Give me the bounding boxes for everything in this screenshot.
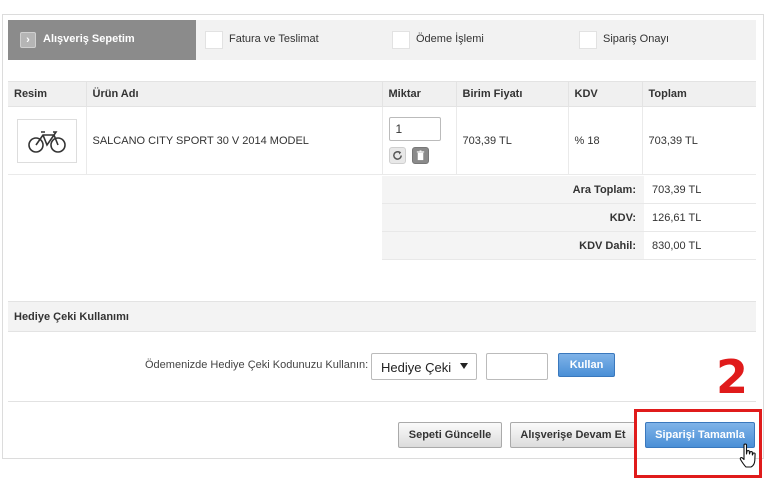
subtotal-row: Ara Toplam: 703,39 TL: [382, 176, 756, 204]
col-header-product: Ürün Adı: [86, 81, 383, 107]
step-checkbox: [205, 31, 223, 49]
subtotal-label: Ara Toplam:: [382, 176, 644, 203]
unit-price: 703,39 TL: [456, 106, 569, 175]
kdv-rate: % 18: [568, 106, 643, 175]
cart-header-row: Resim Ürün Adı Miktar Birim Fiyatı KDV T…: [8, 81, 756, 107]
kdv-value: 126,61 TL: [652, 212, 702, 224]
cart-totals: Ara Toplam: 703,39 TL KDV: 126,61 TL KDV…: [382, 176, 756, 260]
kdv-row: KDV: 126,61 TL: [382, 204, 756, 232]
line-total: 703,39 TL: [642, 106, 756, 175]
gift-code-input[interactable]: [486, 353, 548, 380]
quantity-cell: [382, 106, 457, 175]
chevron-right-icon: ›: [20, 32, 36, 48]
step-billing-label: Fatura ve Teslimat: [229, 33, 319, 45]
col-header-unit-price: Birim Fiyatı: [456, 81, 569, 107]
checkout-steps: › Alışveriş Sepetim Fatura ve Teslimat Ö…: [8, 20, 756, 60]
bicycle-icon: [28, 130, 66, 153]
col-header-quantity: Miktar: [382, 81, 457, 107]
col-header-kdv: KDV: [568, 81, 643, 107]
annotation-step-number: 2: [716, 350, 749, 404]
step-payment-label: Ödeme İşlemi: [416, 33, 484, 45]
step-confirmation-label: Sipariş Onayı: [603, 33, 670, 45]
product-thumbnail[interactable]: [17, 118, 77, 163]
col-header-image: Resim: [8, 81, 87, 107]
quantity-input[interactable]: [388, 117, 441, 141]
cart-table: Resim Ürün Adı Miktar Birim Fiyatı KDV T…: [8, 81, 756, 175]
kdv-incl-label: KDV Dahil:: [382, 232, 644, 259]
kdv-incl-row: KDV Dahil: 830,00 TL: [382, 232, 756, 260]
kdv-incl-value: 830,00 TL: [652, 240, 702, 252]
product-name[interactable]: SALCANO CITY SPORT 30 V 2014 MODEL: [86, 106, 383, 175]
step-cart-label: Alışveriş Sepetim: [43, 33, 135, 45]
table-row: SALCANO CITY SPORT 30 V 2014 MODEL 703,3…: [8, 106, 756, 175]
product-image-cell: [8, 106, 87, 175]
col-header-total: Toplam: [642, 81, 756, 107]
gift-type-value: Hediye Çeki: [381, 360, 452, 375]
trash-icon[interactable]: [411, 147, 429, 164]
divider: [8, 401, 756, 402]
gift-voucher-heading: Hediye Çeki Kullanımı: [8, 301, 756, 332]
gift-type-select[interactable]: Hediye Çeki: [371, 353, 477, 380]
step-cart[interactable]: › Alışveriş Sepetim: [8, 20, 196, 60]
step-checkbox: [392, 31, 410, 49]
apply-gift-button[interactable]: Kullan: [558, 353, 615, 377]
subtotal-value: 703,39 TL: [652, 184, 702, 196]
gift-voucher-label: Ödemenizde Hediye Çeki Kodunuzu Kullanın…: [145, 359, 369, 371]
continue-shopping-button[interactable]: Alışverişe Devam Et: [510, 422, 636, 448]
update-cart-button[interactable]: Sepeti Güncelle: [398, 422, 502, 448]
gift-voucher-title: Hediye Çeki Kullanımı: [14, 311, 129, 323]
caret-down-icon: [460, 363, 468, 369]
refresh-icon[interactable]: [388, 147, 406, 164]
kdv-label: KDV:: [382, 204, 644, 231]
hand-pointer-icon: [739, 443, 756, 468]
step-checkbox: [579, 31, 597, 49]
quantity-actions: [388, 147, 450, 164]
